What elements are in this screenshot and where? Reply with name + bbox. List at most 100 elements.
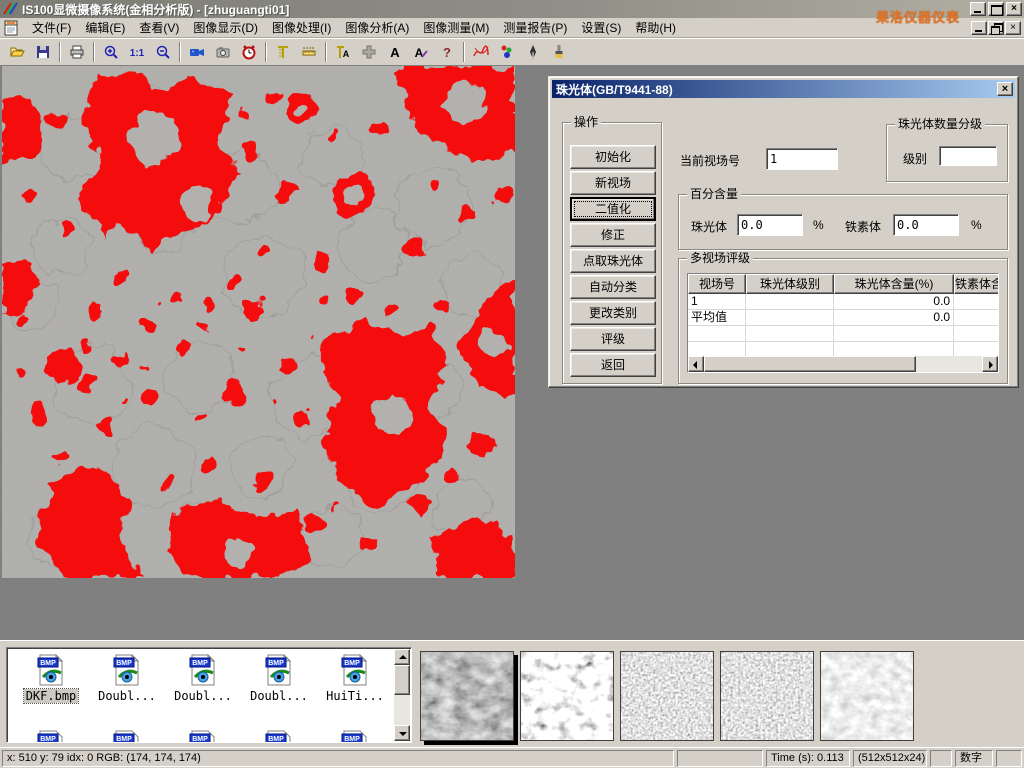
- file-item[interactable]: BMP Doubl...: [167, 654, 239, 703]
- file-item[interactable]: BMP: [91, 730, 163, 743]
- classify-particles-button[interactable]: [494, 40, 520, 64]
- file-item[interactable]: BMP: [243, 730, 315, 743]
- return-button[interactable]: 返回: [570, 353, 656, 377]
- menu-image-analysis[interactable]: 图像分析(A): [338, 17, 416, 38]
- file-item[interactable]: BMP: [319, 730, 391, 743]
- actual-size-button[interactable]: 1:1: [124, 40, 150, 64]
- table-row[interactable]: 平均值 0.0: [688, 310, 998, 326]
- file-name: Doubl...: [172, 689, 234, 703]
- file-item[interactable]: BMP HuiTi...: [319, 654, 391, 703]
- correct-button[interactable]: 修正: [570, 223, 656, 247]
- level-input[interactable]: [939, 146, 997, 166]
- open-button[interactable]: [4, 40, 30, 64]
- menu-settings[interactable]: 设置(S): [574, 17, 628, 38]
- help-button[interactable]: ?: [434, 40, 460, 64]
- actual-size-icon: 1:1: [128, 44, 146, 60]
- calibration-curve-button[interactable]: [468, 40, 494, 64]
- multi-field-legend: 多视场评级: [687, 251, 753, 265]
- svg-text:BMP: BMP: [40, 736, 56, 743]
- toolbar-separator: [463, 42, 465, 62]
- text-tool-button[interactable]: A: [382, 40, 408, 64]
- menu-image-measure[interactable]: 图像测量(M): [416, 17, 496, 38]
- file-item[interactable]: BMP DKF.bmp: [15, 654, 87, 703]
- dialog-title-bar[interactable]: 珠光体(GB/T9441-88) ×: [552, 80, 1015, 98]
- auto-classify-button[interactable]: 自动分类: [570, 275, 656, 299]
- thumbnail-4[interactable]: [720, 651, 814, 741]
- menu-view[interactable]: 查看(V): [132, 17, 186, 38]
- ruler-icon: [301, 44, 317, 60]
- brush-tool-button[interactable]: [546, 40, 572, 64]
- measure-text-button[interactable]: A: [330, 40, 356, 64]
- annotate-button[interactable]: A: [408, 40, 434, 64]
- pen-tool-button[interactable]: [520, 40, 546, 64]
- thumbnail-3[interactable]: [620, 651, 714, 741]
- table-row-empty: [688, 326, 998, 342]
- cell-content: 0.0: [834, 294, 954, 309]
- help-icon: ?: [439, 44, 455, 60]
- ferrite-percent-input[interactable]: [893, 214, 959, 236]
- new-field-button[interactable]: 新视场: [570, 171, 656, 195]
- pearlite-percent-input[interactable]: [737, 214, 803, 236]
- scrollbar-thumb[interactable]: [704, 356, 916, 372]
- pick-pearlite-button[interactable]: 点取珠光体: [570, 249, 656, 273]
- toolbar-separator: [265, 42, 267, 62]
- rating-table[interactable]: 视场号 珠光体级别 珠光体含量(%) 铁素体含量(%) 1 0.0 平均值: [687, 273, 999, 373]
- cursor-position-panel: x: 510 y: 79 idx: 0 RGB: (174, 174, 174): [2, 750, 674, 767]
- scroll-down-button[interactable]: [394, 725, 410, 741]
- binarize-button[interactable]: 二值化: [570, 197, 656, 221]
- thumbnail-2[interactable]: [520, 651, 614, 741]
- current-field-input[interactable]: [766, 148, 838, 170]
- menu-image-processing[interactable]: 图像处理(I): [265, 17, 338, 38]
- caliper-button[interactable]: [270, 40, 296, 64]
- capture-button[interactable]: [210, 40, 236, 64]
- scroll-right-button[interactable]: [982, 356, 998, 372]
- zoom-in-button[interactable]: [98, 40, 124, 64]
- save-button[interactable]: [30, 40, 56, 64]
- minimize-button[interactable]: [970, 2, 986, 16]
- merge-button[interactable]: [356, 40, 382, 64]
- table-horizontal-scrollbar[interactable]: [688, 356, 998, 372]
- menu-bar: 文件(F) 编辑(E) 查看(V) 图像显示(D) 图像处理(I) 图像分析(A…: [0, 18, 1024, 38]
- cell-ferrite: [954, 310, 999, 325]
- change-class-button[interactable]: 更改类别: [570, 301, 656, 325]
- scrollbar-thumb[interactable]: [394, 665, 410, 695]
- table-row[interactable]: 1 0.0: [688, 294, 998, 310]
- menu-measure-report[interactable]: 测量报告(P): [496, 17, 574, 38]
- close-button[interactable]: ×: [1006, 2, 1022, 16]
- thumbnail-1[interactable]: [420, 651, 514, 741]
- video-camera-button[interactable]: [184, 40, 210, 64]
- mdi-minimize-button[interactable]: [971, 21, 987, 35]
- col-pearlite-content: 珠光体含量(%): [834, 274, 954, 294]
- mdi-close-button[interactable]: ×: [1005, 21, 1021, 35]
- ruler-button[interactable]: [296, 40, 322, 64]
- dialog-close-button[interactable]: ×: [997, 82, 1013, 96]
- menu-file[interactable]: 文件(F): [25, 17, 78, 38]
- svg-text:BMP: BMP: [192, 660, 208, 667]
- menu-help[interactable]: 帮助(H): [628, 17, 683, 38]
- toolbar-separator: [93, 42, 95, 62]
- print-button[interactable]: [64, 40, 90, 64]
- menu-edit[interactable]: 编辑(E): [78, 17, 132, 38]
- scroll-left-button[interactable]: [688, 356, 704, 372]
- file-vertical-scrollbar[interactable]: [394, 649, 410, 741]
- col-ferrite-content: 铁素体含量(%): [954, 274, 999, 294]
- file-item[interactable]: BMP: [167, 730, 239, 743]
- mdi-restore-button[interactable]: [988, 21, 1004, 35]
- file-item[interactable]: BMP Doubl...: [243, 654, 315, 703]
- maximize-button[interactable]: [988, 2, 1004, 16]
- file-browser[interactable]: BMP DKF.bmp BMP Doubl... BMP Doubl... BM…: [6, 647, 412, 743]
- scroll-up-button[interactable]: [394, 649, 410, 665]
- file-item[interactable]: BMP: [15, 730, 87, 743]
- menu-image-display[interactable]: 图像显示(D): [186, 17, 265, 38]
- multi-field-group: 多视场评级 视场号 珠光体级别 珠光体含量(%) 铁素体含量(%) 1 0.0: [678, 258, 1008, 384]
- bmp-file-icon: BMP: [264, 654, 294, 686]
- micrograph-image[interactable]: [2, 66, 515, 578]
- rate-button[interactable]: 评级: [570, 327, 656, 351]
- thumbnail-5[interactable]: [820, 651, 914, 741]
- timer-button[interactable]: [236, 40, 262, 64]
- current-field-label: 当前视场号: [680, 152, 740, 169]
- mode-panel: 数字: [955, 750, 993, 767]
- zoom-out-button[interactable]: [150, 40, 176, 64]
- init-button[interactable]: 初始化: [570, 145, 656, 169]
- file-item[interactable]: BMP Doubl...: [91, 654, 163, 703]
